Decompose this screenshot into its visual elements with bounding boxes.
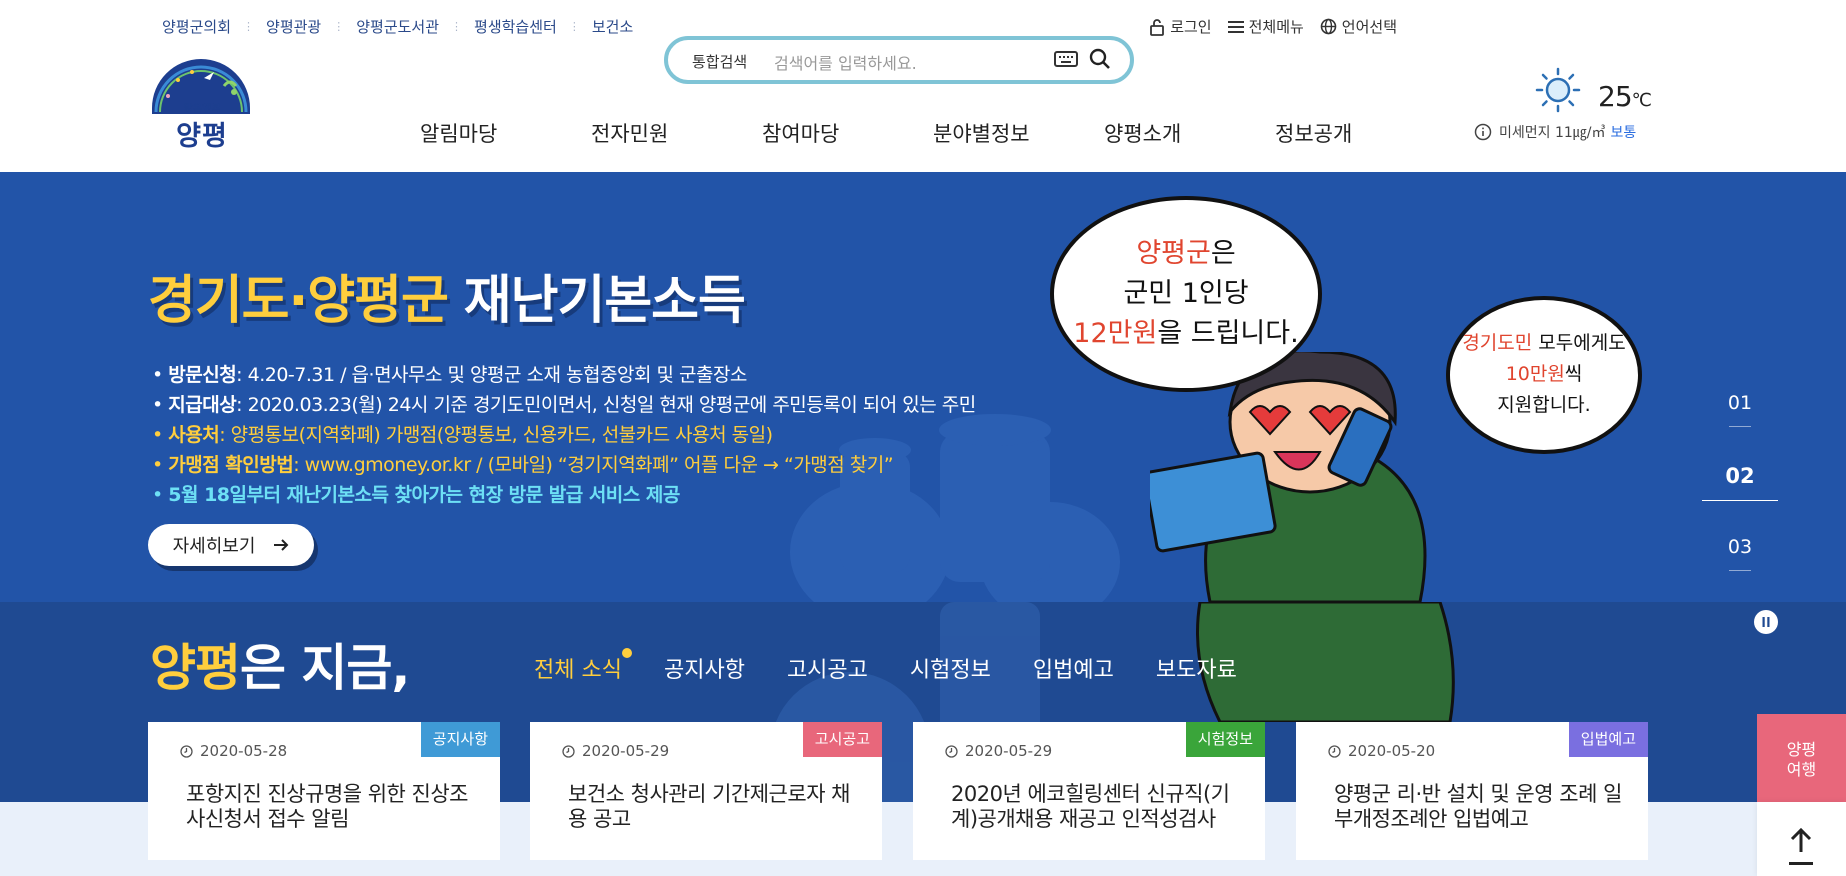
bullet-usage: • 사용처: 양평통보(지역화폐) 가맹점(양평통보, 신용카드, 선불카드 사… (152, 424, 773, 446)
tab-legislation[interactable]: 입법예고 (1033, 652, 1114, 684)
news-card[interactable]: 시험정보 2020-05-29 2020년 에코힐링센터 신규직(기계)공개채용… (913, 722, 1265, 860)
nav-about[interactable]: 양평소개 (1104, 118, 1275, 148)
sitelink-tour[interactable]: 양평관광 (266, 16, 321, 37)
search-box: 통합검색 검색어를 입력하세요. (664, 36, 1134, 84)
tab-public-notice[interactable]: 고시공고 (787, 652, 868, 684)
separator-dots: ⋮ (568, 20, 580, 33)
clock-icon (562, 744, 575, 758)
news-card[interactable]: 고시공고 2020-05-29 보건소 청사관리 기간제근로자 채용 공고 (530, 722, 882, 860)
globe-icon (1320, 18, 1337, 35)
separator-dots: ⋮ (333, 20, 345, 33)
speech-bubble-2: 경기도민 모두에게도 10만원씩 지원합니다. (1446, 296, 1642, 454)
slide-page-2-active[interactable]: 02 (1700, 464, 1780, 501)
detail-button[interactable]: 자세히보기 (148, 524, 314, 566)
news-card[interactable]: 공지사항 2020-05-28 포항지진 진상규명을 위한 진상조사신청서 접수… (148, 722, 500, 860)
info-icon[interactable] (1474, 123, 1492, 141)
slide-page-3[interactable]: 03 (1700, 536, 1780, 571)
search-input[interactable]: 검색어를 입력하세요. (774, 50, 917, 74)
family-site-links: 양평군의회 ⋮ 양평관광 ⋮ 양평군도서관 ⋮ 평생학습센터 ⋮ 보건소 (162, 16, 633, 37)
hero-bullets: • 방문신청: 4.20-7.31 / 읍·면사무소 및 양평군 소재 농협중앙… (152, 360, 976, 510)
news-title: 보건소 청사관리 기간제근로자 채용 공고 (568, 782, 851, 831)
sitelink-library[interactable]: 양평군도서관 (356, 16, 439, 37)
separator-dots: ⋮ (451, 20, 463, 33)
news-date: 2020-05-29 (562, 742, 669, 760)
clock-icon (945, 744, 958, 758)
logo-name: 양평 (176, 121, 228, 152)
arrow-up-icon (1789, 827, 1813, 865)
site-header: 양평군의회 ⋮ 양평관광 ⋮ 양평군도서관 ⋮ 평생학습센터 ⋮ 보건소 맑은행… (0, 0, 1846, 172)
main-navigation: 알림마당 전자민원 참여마당 분야별정보 양평소개 정보공개 (420, 118, 1446, 148)
pause-button[interactable] (1754, 610, 1778, 634)
news-card[interactable]: 입법예고 2020-05-20 양평군 리·반 설치 및 운영 조례 일부개정조… (1296, 722, 1648, 860)
news-date: 2020-05-20 (1328, 742, 1435, 760)
all-menu-link[interactable]: 전체메뉴 (1227, 16, 1304, 37)
arrow-right-icon (274, 539, 289, 551)
quick-travel-button[interactable]: 양평 여행 (1757, 714, 1846, 802)
nav-notice[interactable]: 알림마당 (420, 118, 591, 148)
keyboard-icon[interactable] (1054, 49, 1078, 69)
search-icon[interactable] (1088, 47, 1112, 71)
sitelink-council[interactable]: 양평군의회 (162, 16, 231, 37)
news-tag: 입법예고 (1568, 722, 1648, 757)
tab-exam-info[interactable]: 시험정보 (910, 652, 991, 684)
news-title: 2020년 에코힐링센터 신규직(기계)공개채용 재공고 인적성검사 (951, 782, 1230, 831)
news-tag: 고시공고 (802, 722, 882, 757)
bullet-visit: • 방문신청: 4.20-7.31 / 읍·면사무소 및 양평군 소재 농협중앙… (152, 364, 747, 386)
nav-disclosure[interactable]: 정보공개 (1275, 118, 1446, 148)
search-label: 통합검색 (692, 53, 748, 71)
login-link[interactable]: 로그인 (1149, 16, 1212, 37)
hero-title: 경기도·양평군 재난기본소득 (148, 271, 746, 331)
pause-icon (1762, 617, 1770, 627)
fine-dust-status: 미세먼지 11㎍/㎥ 보통 (1474, 122, 1636, 142)
slide-page-1[interactable]: 01 (1700, 392, 1780, 427)
active-dot (621, 648, 632, 658)
separator-dots: ⋮ (243, 20, 255, 33)
bullet-target: • 지급대상: 2020.03.23(월) 24시 기준 경기도민이면서, 신청… (152, 394, 976, 416)
nav-field-info[interactable]: 분야별정보 (933, 118, 1104, 148)
news-section-title: 양평은 지금, (150, 639, 410, 697)
utility-menu: 로그인 전체메뉴 언어선택 (1133, 16, 1397, 37)
sun-icon (1535, 67, 1581, 113)
main-visual-banner: 경기도·양평군 재난기본소득 • 방문신청: 4.20-7.31 / 읍·면사무소… (0, 172, 1846, 602)
nav-participation[interactable]: 참여마당 (762, 118, 933, 148)
dust-grade: 보통 (1610, 125, 1637, 141)
tab-notice[interactable]: 공지사항 (664, 652, 745, 684)
news-title: 양평군 리·반 설치 및 운영 조례 일부개정조례안 입법예고 (1334, 782, 1622, 831)
tab-press[interactable]: 보도자료 (1156, 652, 1237, 684)
scroll-to-top-button[interactable] (1757, 802, 1846, 876)
logo-slogan: 맑은행복 (183, 104, 221, 115)
news-date: 2020-05-29 (945, 742, 1052, 760)
news-tag: 공지사항 (420, 722, 500, 757)
news-tabs: 전체 소식 공지사항 고시공고 시험정보 입법예고 보도자료 (534, 648, 1279, 684)
clock-icon (180, 744, 193, 758)
bullet-merchant-check: • 가맹점 확인방법: www.gmoney.or.kr / (모바일) “경기… (152, 454, 894, 476)
news-tag: 시험정보 (1185, 722, 1265, 757)
clock-icon (1328, 744, 1341, 758)
speech-bubble-1: 양평군은 군민 1인당 12만원을 드립니다. (1050, 196, 1322, 392)
sitelink-learning-center[interactable]: 평생학습센터 (474, 16, 557, 37)
lock-icon (1150, 18, 1165, 36)
temperature: 25℃ (1598, 80, 1652, 113)
nav-e-civil[interactable]: 전자민원 (591, 118, 762, 148)
hamburger-icon (1227, 20, 1244, 33)
tab-all-news[interactable]: 전체 소식 (534, 648, 632, 684)
bullet-onsite-service: • 5월 18일부터 재난기본소득 찾아가는 현장 방문 발급 서비스 제공 (152, 484, 680, 506)
news-title: 포항지진 진상규명을 위한 진상조사신청서 접수 알림 (186, 782, 469, 831)
news-date: 2020-05-28 (180, 742, 287, 760)
language-select[interactable]: 언어선택 (1320, 16, 1397, 37)
sitelink-health-center[interactable]: 보건소 (592, 16, 633, 37)
